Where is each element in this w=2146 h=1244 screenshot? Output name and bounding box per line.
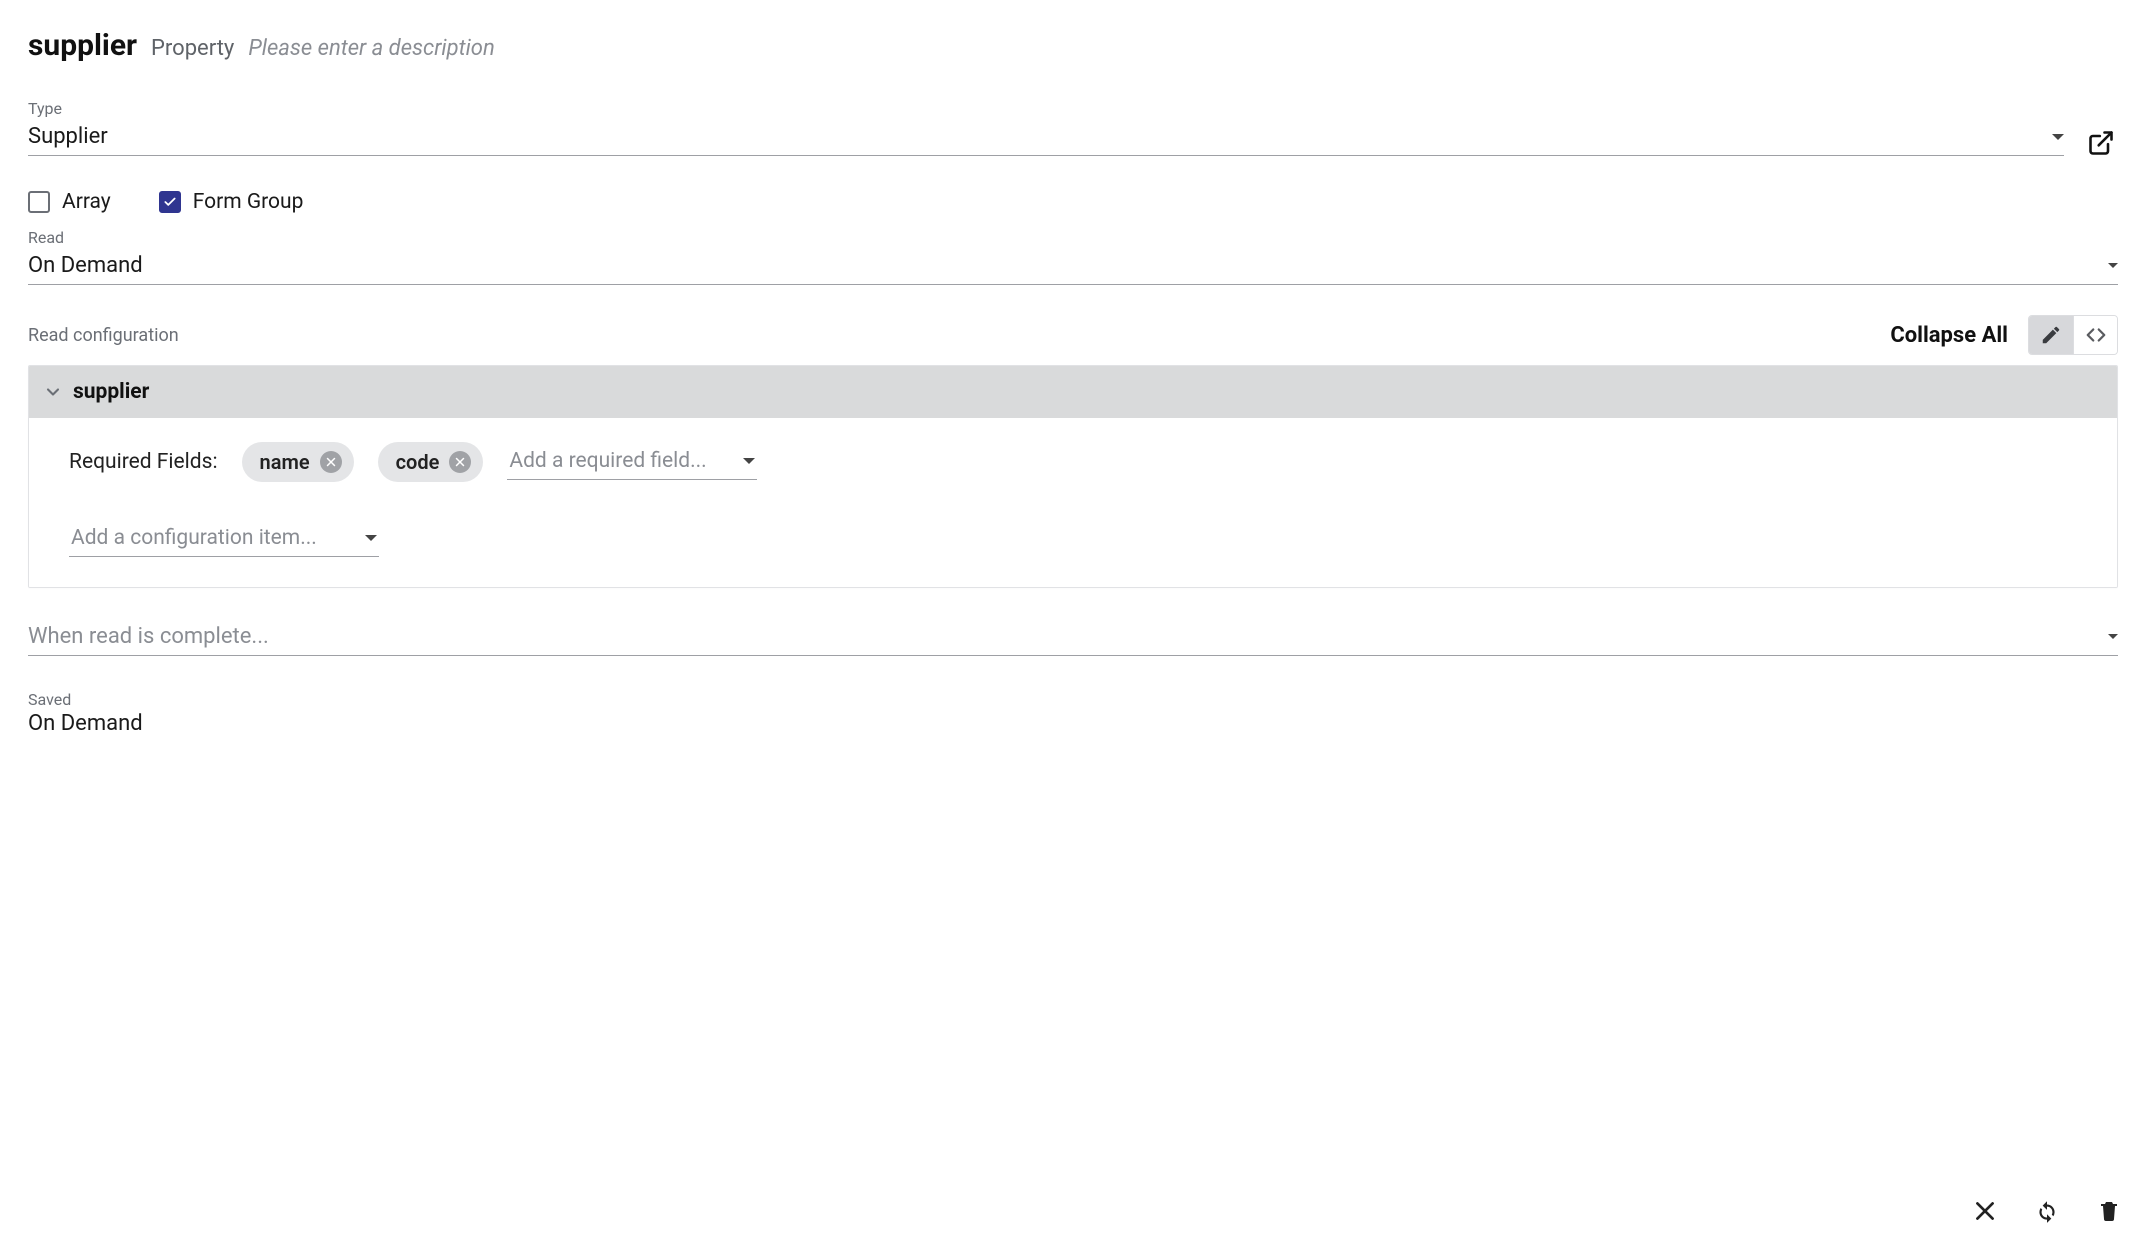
trash-icon [2097,1199,2121,1223]
saved-field[interactable]: Saved On Demand [28,690,2118,731]
type-value: Supplier [28,124,108,149]
checkbox-box [159,191,181,213]
add-config-item-select[interactable]: Add a configuration item... [69,522,379,557]
property-title: supplier [28,28,137,63]
view-mode-toggle [2028,315,2118,355]
description-placeholder[interactable]: Please enter a description [248,36,494,61]
add-config-item-placeholder: Add a configuration item... [71,526,317,550]
edit-view-button[interactable] [2029,316,2073,354]
read-config-label: Read configuration [28,325,179,346]
chip-remove-button[interactable] [449,451,471,473]
read-label: Read [28,228,2118,247]
saved-value: On Demand [28,711,2118,731]
code-view-button[interactable] [2073,316,2117,354]
pencil-icon [2040,324,2062,346]
add-required-field-placeholder: Add a required field... [509,449,706,473]
array-checkbox-label: Array [62,190,111,214]
checkbox-box [28,191,50,213]
when-read-complete-placeholder: When read is complete... [28,624,269,649]
open-external-icon [2087,129,2115,157]
caret-down-icon [2108,263,2118,268]
close-button[interactable] [1968,1194,2002,1228]
options-checkbox-row: Array Form Group [28,190,2118,214]
footer-action-bar [1968,1194,2126,1228]
saved-label: Saved [28,690,2118,709]
required-field-chip: code [378,442,484,482]
collapse-all-button[interactable]: Collapse All [1890,323,2008,348]
read-value: On Demand [28,253,143,278]
required-fields-row: Required Fields: name code Add a require… [69,442,2077,482]
read-field[interactable]: Read On Demand [28,228,2118,285]
chip-label: name [260,450,310,474]
property-kind: Property [151,36,234,61]
when-read-complete-field[interactable]: When read is complete... [28,622,2118,656]
form-group-checkbox-label: Form Group [193,190,304,214]
chip-label: code [396,450,440,474]
refresh-button[interactable] [2030,1194,2064,1228]
caret-down-icon [365,535,377,541]
delete-button[interactable] [2092,1194,2126,1228]
refresh-icon [2034,1198,2060,1224]
caret-down-icon [2108,634,2118,639]
add-config-item-row: Add a configuration item... [69,522,2077,557]
caret-down-icon [743,458,755,464]
read-config-tree: supplier Required Fields: name code Add … [28,365,2118,588]
required-fields-label: Required Fields: [69,450,218,474]
caret-down-icon [2052,134,2064,140]
read-config-header: Read configuration Collapse All [28,315,2118,355]
close-icon [325,456,337,468]
close-icon [1972,1198,1998,1224]
property-header: supplier Property Please enter a descrip… [28,28,2118,63]
required-field-chip: name [242,442,354,482]
tree-node-header[interactable]: supplier [29,366,2117,418]
code-icon [2085,324,2107,346]
open-external-button[interactable] [2084,126,2118,160]
form-group-checkbox[interactable]: Form Group [159,190,304,214]
type-field[interactable]: Type Supplier [28,99,2064,156]
array-checkbox[interactable]: Array [28,190,111,214]
type-label: Type [28,99,2064,118]
close-icon [454,456,466,468]
chip-remove-button[interactable] [320,451,342,473]
chevron-down-icon [43,382,63,402]
add-required-field-select[interactable]: Add a required field... [507,445,757,480]
tree-node-title: supplier [73,380,149,404]
